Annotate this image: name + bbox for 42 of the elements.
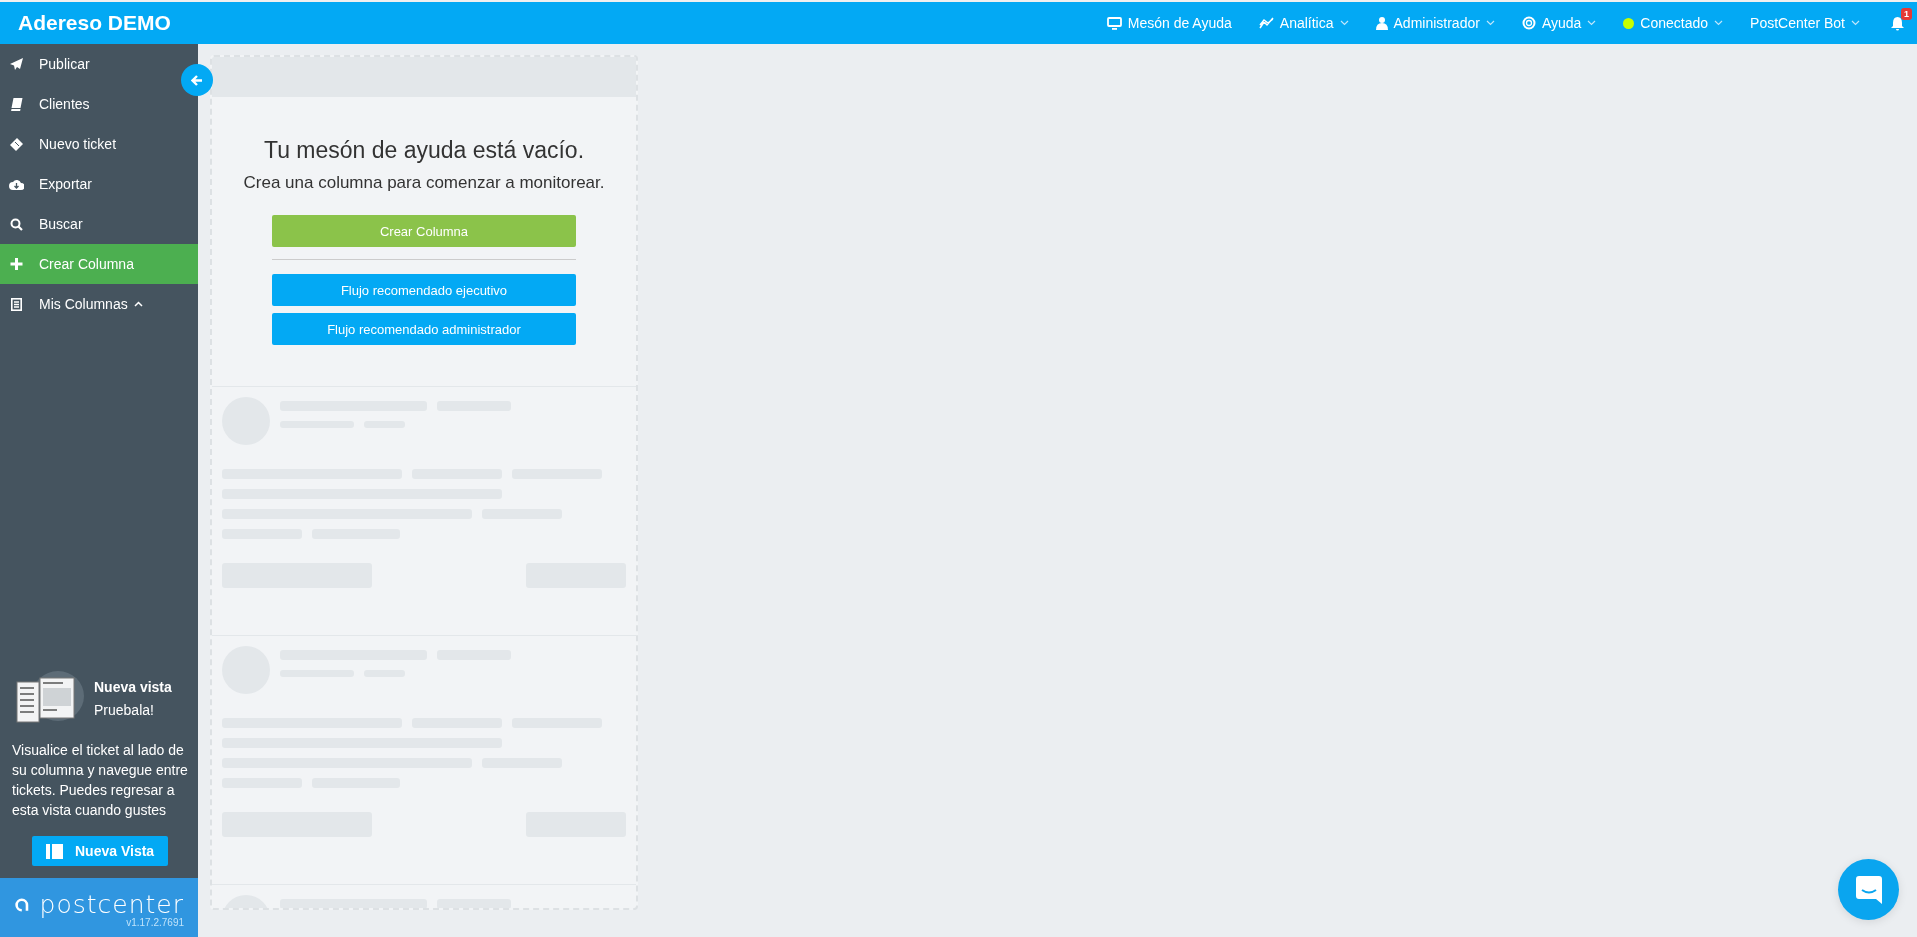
lifebuoy-icon [1521, 16, 1536, 30]
top-menu-item[interactable]: Conectado [1623, 15, 1724, 31]
monitor-icon [1106, 16, 1122, 30]
top-menu-item[interactable]: PostCenter Bot [1750, 15, 1860, 31]
arrow-left-icon [191, 74, 203, 86]
top-menu-item[interactable]: Mesón de Ayuda [1106, 15, 1232, 31]
plus-icon [9, 258, 24, 270]
flow-button[interactable]: Flujo recomendado administrador [272, 313, 576, 345]
create-column-button[interactable]: Crear Columna [272, 215, 576, 247]
version-text: v1.17.2.7691 [126, 917, 184, 928]
columns-icon [46, 843, 63, 859]
sidebar-item[interactable]: Clientes [0, 84, 198, 124]
line-chart-icon [1258, 17, 1274, 29]
book-icon [9, 97, 24, 111]
bell-icon[interactable] [1890, 15, 1905, 31]
sidebar-item[interactable]: Publicar [0, 44, 180, 84]
chat-bubble-icon [1855, 875, 1882, 904]
top-menu-item[interactable]: Analítica [1258, 15, 1349, 31]
logo-text: postcenter [39, 890, 184, 919]
notification-badge: 1 [1901, 7, 1912, 20]
chat-button[interactable] [1838, 859, 1899, 920]
brand-title: Adereso DEMO [17, 11, 172, 35]
paper-plane-icon [9, 57, 24, 71]
list-icon [9, 297, 24, 311]
empty-title: Tu mesón de ayuda está vacío. [263, 137, 585, 164]
cloud-download-icon [9, 178, 24, 190]
ticket-icon [9, 137, 24, 151]
sidebar-item[interactable]: Nuevo ticket [0, 124, 198, 164]
empty-subtitle: Crea una columna para comenzar a monitorear. [243, 173, 605, 193]
top-menu-item[interactable]: Administrador [1375, 15, 1495, 31]
flow-button[interactable]: Flujo recomendado ejecutivo [272, 274, 576, 306]
new-view-button[interactable]: Nueva Vista [32, 836, 169, 866]
promo-title: Nueva vista [94, 678, 172, 695]
sidebar-item[interactable]: Exportar [0, 164, 198, 204]
promo-description: Visualice el ticket al lado de su columna y navegue entre tickets. Puedes regresar a esta vista cuando gustes [12, 741, 188, 820]
sidebar-section[interactable]: Mis Columnas [0, 284, 198, 324]
search-icon [9, 217, 24, 231]
user-icon [1375, 16, 1388, 30]
sidebar-item[interactable]: Buscar [0, 204, 198, 244]
promo-subtitle: Pruebala! [94, 701, 155, 718]
sidebar-item[interactable]: Crear Columna [0, 244, 198, 284]
top-menu-item[interactable]: Ayuda [1521, 15, 1597, 31]
